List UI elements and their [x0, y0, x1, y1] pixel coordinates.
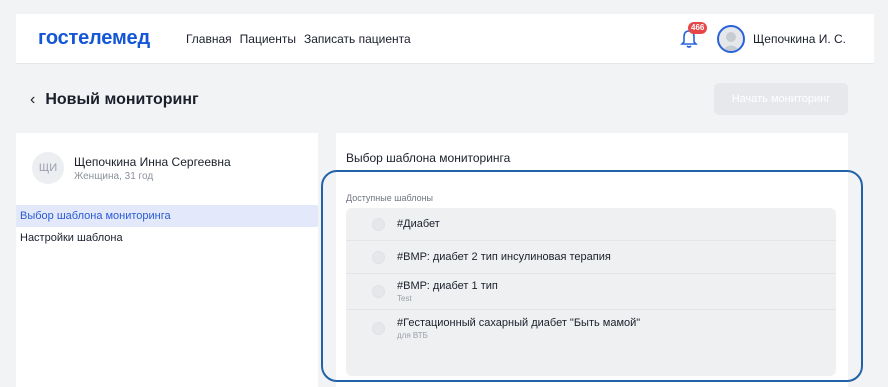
template-item[interactable]: #ВМР: диабет 2 тип инсулиновая терапия [346, 241, 836, 274]
radio-button[interactable] [372, 285, 385, 298]
template-name: #Диабет [397, 218, 440, 230]
templates-list: #Диабет #ВМР: диабет 2 тип инсулиновая т… [346, 208, 836, 376]
panel-title: Выбор шаблона мониторинга [346, 151, 511, 165]
app-logo[interactable]: гостелемед [38, 27, 150, 50]
template-subtitle: для ВТБ [397, 330, 428, 340]
patient-card: ЩИ Щепочкина Инна Сергеевна Женщина, 31 … [16, 133, 318, 189]
user-avatar[interactable] [717, 25, 746, 53]
template-name: #Гестационный сахарный диабет "Быть мамо… [397, 316, 641, 329]
patient-name: Щепочкина Инна Сергеевна [74, 154, 231, 169]
template-item[interactable]: #ВМР: диабет 1 тип Test [346, 274, 836, 310]
patient-avatar: ЩИ [32, 152, 64, 184]
template-name: #ВМР: диабет 1 тип [397, 280, 498, 292]
template-subtitle: Test [397, 294, 412, 303]
available-templates-label: Доступные шаблоны [346, 193, 434, 203]
template-item[interactable]: #Диабет [346, 208, 836, 241]
menu-item-template-settings[interactable]: Настройки шаблона [16, 227, 318, 249]
page-title: Новый мониторинг [45, 91, 199, 108]
page-title-row: ‹ Новый мониторинг Начать мониторинг [16, 78, 874, 122]
notifications-button[interactable]: 466 [679, 22, 708, 50]
menu-item-template-select[interactable]: Выбор шаблона мониторинга [16, 205, 318, 227]
left-panel: ЩИ Щепочкина Инна Сергеевна Женщина, 31 … [16, 133, 318, 387]
user-silhouette-icon [722, 32, 741, 51]
notifications-badge: 466 [688, 22, 708, 34]
user-name[interactable]: Щепочкина И. С. [753, 32, 846, 46]
right-panel: Выбор шаблона мониторинга Доступные шабл… [336, 133, 848, 387]
header-user-area: 466 Щепочкина И. С. [679, 14, 846, 64]
nav-patients[interactable]: Пациенты [240, 32, 296, 46]
radio-button[interactable] [372, 217, 385, 231]
radio-button[interactable] [372, 250, 385, 264]
app-frame: гостелемед Главная Пациенты Записать пац… [0, 0, 888, 387]
start-monitoring-button[interactable]: Начать мониторинг [714, 83, 848, 115]
patient-info: Женщина, 31 год [74, 170, 154, 182]
top-header: гостелемед Главная Пациенты Записать пац… [16, 14, 874, 64]
radio-button[interactable] [372, 321, 385, 335]
nav-book-patient[interactable]: Записать пациента [304, 32, 411, 46]
template-item[interactable]: #Гестационный сахарный диабет "Быть мамо… [346, 310, 836, 346]
nav-home[interactable]: Главная [186, 32, 232, 46]
back-button[interactable]: ‹ [30, 92, 35, 108]
main-nav: Главная Пациенты Записать пациента [186, 32, 419, 46]
template-name: #ВМР: диабет 2 тип инсулиновая терапия [397, 251, 611, 263]
step-menu: Выбор шаблона мониторинга Настройки шабл… [16, 205, 318, 249]
